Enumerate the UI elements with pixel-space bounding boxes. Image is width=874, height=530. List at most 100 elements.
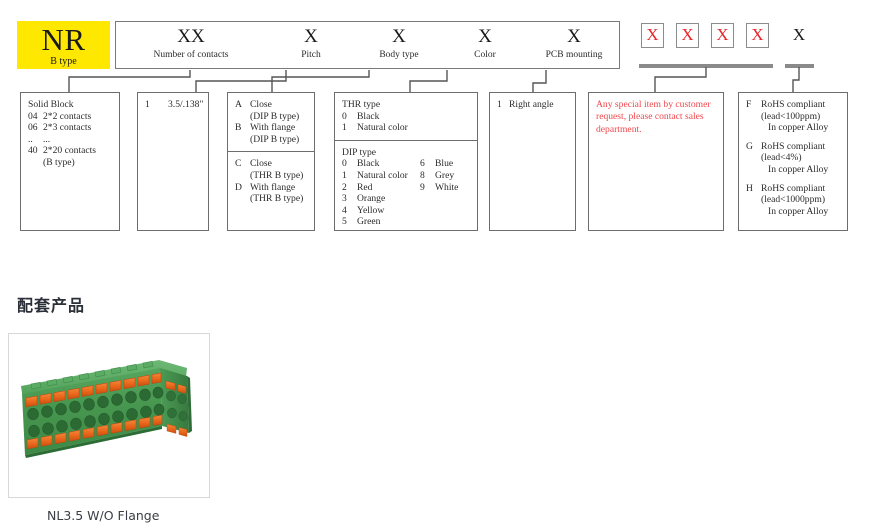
code-segment-code: XX <box>177 26 205 47</box>
rohs-line3: In copper Alloy <box>768 122 829 134</box>
dip-color-code: 6 <box>420 158 425 170</box>
rohs-line1: RoHS compliant <box>761 140 826 152</box>
rohs-code-x: X <box>792 25 806 44</box>
dip-color-row: 1 Natural color <box>342 170 420 182</box>
section-title-related-products: 配套产品 <box>17 296 86 315</box>
special-item-box-3: X <box>711 23 734 48</box>
dip-color-code: 2 <box>342 181 347 193</box>
code-segment-label: Color <box>474 50 496 60</box>
dip-color-code: 8 <box>420 169 425 181</box>
body-type-row: B With flange <box>235 122 307 134</box>
part-number-code-bar: XX Number of contacts X Pitch X Body typ… <box>115 21 620 69</box>
dip-color-row: 0 Black <box>342 158 420 170</box>
body-type-desc: With flange <box>250 181 296 193</box>
dip-color-name: Orange <box>357 193 386 205</box>
dip-color-name: Black <box>357 158 380 170</box>
pcb-mounting-code: 1 <box>497 99 502 110</box>
dip-color-row: 3 Orange <box>342 193 420 205</box>
rohs-line2: (lead<4%) <box>761 152 802 164</box>
contacts-code: 06 <box>28 122 38 134</box>
detail-box-color: THR type 0 Black 1 Natural color DIP typ… <box>334 92 478 231</box>
code-segment-code: X <box>304 26 318 47</box>
code-segment-number-of-contacts: XX Number of contacts <box>116 22 266 68</box>
brand-subtitle: B type <box>50 56 77 67</box>
dip-color-name: Green <box>357 216 381 228</box>
code-segment-code: X <box>392 26 406 47</box>
special-item-box-4: X <box>746 23 769 48</box>
body-type-code: C <box>235 158 242 170</box>
dip-color-code: 4 <box>342 204 347 216</box>
dip-color-column-right: 6 Blue 8 Grey 9 White <box>420 158 470 228</box>
pitch-value: 3.5/.138" <box>168 99 204 110</box>
dip-color-code: 0 <box>342 158 347 170</box>
code-segment-color: X Color <box>442 22 528 68</box>
detail-box-rohs: F RoHS compliant (lead<100ppm) In copper… <box>738 92 848 231</box>
body-type-sub: (THR B type) <box>250 169 304 181</box>
dip-color-name: White <box>435 181 459 193</box>
terminal-block-connector-image <box>21 360 192 458</box>
code-segment-code: X <box>567 26 581 47</box>
body-type-code: A <box>235 99 242 110</box>
dip-color-code: 3 <box>342 193 347 205</box>
contacts-code: 40 <box>28 145 38 157</box>
contacts-code: .. <box>28 133 33 145</box>
rohs-line2: (lead<100ppm) <box>761 110 821 122</box>
dip-color-row: 8 Grey <box>420 170 470 182</box>
thr-color-row: 0 Black <box>342 111 470 123</box>
contacts-desc: 2*2 contacts <box>43 110 92 122</box>
dip-color-row: 4 Yellow <box>342 205 420 217</box>
code-segment-pcb-mounting: X PCB mounting <box>528 22 620 68</box>
code-segment-code: X <box>478 26 492 47</box>
pcb-mounting-desc: Right angle <box>509 99 554 110</box>
dip-color-code: 9 <box>420 181 425 193</box>
body-type-sub: (DIP B type) <box>250 110 300 122</box>
contacts-row: 40 2*20 contacts <box>28 145 112 157</box>
pitch-row: 1 3.5/.138" <box>145 99 204 111</box>
detail-box-pitch: 1 3.5/.138" <box>137 92 209 231</box>
special-item-underline <box>639 64 773 68</box>
dip-color-row: 9 White <box>420 182 470 194</box>
code-segment-label: Body type <box>379 50 419 60</box>
rohs-line2: (lead<1000ppm) <box>761 194 826 206</box>
rohs-code: G <box>746 140 753 152</box>
code-segment-body-type: X Body type <box>356 22 442 68</box>
rohs-line1: RoHS compliant <box>761 182 826 194</box>
body-type-sub: (THR B type) <box>250 193 304 205</box>
body-type-desc: With flange <box>250 122 296 134</box>
body-type-sub: (DIP B type) <box>250 133 300 145</box>
thr-color-row: 1 Natural color <box>342 122 470 134</box>
rohs-code: H <box>746 182 753 194</box>
pitch-code: 1 <box>145 99 150 110</box>
rohs-code: F <box>746 99 752 110</box>
contacts-heading: Solid Block <box>28 99 74 110</box>
code-segment-label: PCB mounting <box>545 50 603 60</box>
brand-name: NR <box>41 22 86 57</box>
contacts-note: (B type) <box>43 156 75 168</box>
contacts-row: 06 2*3 contacts <box>28 122 112 134</box>
thr-color-name: Black <box>357 110 380 122</box>
brand-logo-box: NR B type <box>17 21 110 69</box>
contacts-desc: ... <box>43 133 51 145</box>
dip-color-name: Natural color <box>357 169 408 181</box>
body-type-row: C Close <box>235 158 307 170</box>
dip-color-row: 5 Green <box>342 216 420 228</box>
dip-color-name: Yellow <box>357 204 385 216</box>
pcb-mounting-row: 1 Right angle <box>497 99 568 111</box>
code-segment-label: Number of contacts <box>153 50 229 60</box>
rohs-row: G RoHS compliant <box>746 141 840 153</box>
rohs-line1: RoHS compliant <box>761 99 826 110</box>
rohs-underline <box>785 64 814 68</box>
body-type-code: D <box>235 181 242 193</box>
product-caption: NL3.5 W/O Flange <box>47 508 160 523</box>
detail-box-number-of-contacts: Solid Block 04 2*2 contacts 06 2*3 conta… <box>20 92 120 231</box>
rohs-line3: In copper Alloy <box>768 163 829 175</box>
detail-box-special-item: Any special item by customer request, pl… <box>588 92 724 231</box>
dip-color-name: Red <box>357 181 373 193</box>
rohs-line3: In copper Alloy <box>768 205 829 217</box>
rohs-row: H RoHS compliant <box>746 183 840 195</box>
body-type-row: D With flange <box>235 182 307 194</box>
contacts-desc: 2*3 contacts <box>43 122 92 134</box>
special-item-text: Any special item by customer request, pl… <box>596 99 711 135</box>
dip-color-code: 5 <box>342 216 347 228</box>
thr-color-name: Natural color <box>357 122 408 134</box>
